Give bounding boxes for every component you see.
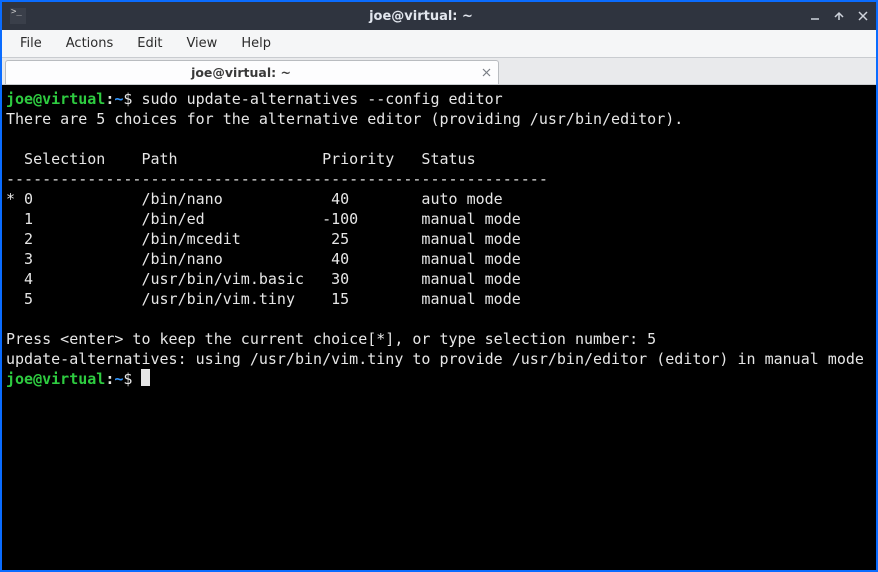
menu-view[interactable]: View	[174, 32, 229, 55]
terminal-cursor	[141, 369, 150, 386]
prompt-user-host: joe@virtual	[6, 90, 105, 108]
output-header: Selection Path Priority Status	[6, 150, 476, 168]
table-row: * 0 /bin/nano 40 auto mode	[6, 190, 503, 208]
tab-terminal-1[interactable]: joe@virtual: ~	[5, 60, 499, 84]
window-title: joe@virtual: ~	[34, 9, 808, 24]
window-controls	[808, 9, 870, 23]
menubar: File Actions Edit View Help	[2, 30, 876, 58]
table-row: 2 /bin/mcedit 25 manual mode	[6, 230, 521, 248]
table-row: 5 /usr/bin/vim.tiny 15 manual mode	[6, 290, 521, 308]
output-prompt-line: Press <enter> to keep the current choice…	[6, 330, 656, 348]
prompt-sigil: $	[123, 370, 132, 388]
minimize-button[interactable]	[808, 9, 822, 23]
table-row: 4 /usr/bin/vim.basic 30 manual mode	[6, 270, 521, 288]
terminal-window: >_ joe@virtual: ~ File Actions Edit View…	[0, 0, 878, 572]
menu-file[interactable]: File	[8, 32, 54, 55]
menu-edit[interactable]: Edit	[125, 32, 174, 55]
output-result: update-alternatives: using /usr/bin/vim.…	[6, 350, 864, 368]
table-row: 3 /bin/nano 40 manual mode	[6, 250, 521, 268]
menu-help[interactable]: Help	[229, 32, 283, 55]
prompt-sigil: $	[123, 90, 132, 108]
tab-close-button[interactable]	[476, 63, 496, 83]
output-separator: ----------------------------------------…	[6, 170, 548, 188]
terminal-body[interactable]: joe@virtual:~$ sudo update-alternatives …	[2, 85, 876, 570]
menu-actions[interactable]: Actions	[54, 32, 126, 55]
maximize-button[interactable]	[832, 9, 846, 23]
titlebar[interactable]: >_ joe@virtual: ~	[2, 2, 876, 30]
prompt-user-host: joe@virtual	[6, 370, 105, 388]
output-intro: There are 5 choices for the alternative …	[6, 110, 683, 128]
app-icon: >_	[10, 8, 26, 24]
tabbar: joe@virtual: ~	[2, 58, 876, 85]
close-button[interactable]	[856, 9, 870, 23]
command-text: sudo update-alternatives --config editor	[141, 90, 502, 108]
tab-label: joe@virtual: ~	[6, 65, 476, 80]
table-row: 1 /bin/ed -100 manual mode	[6, 210, 521, 228]
